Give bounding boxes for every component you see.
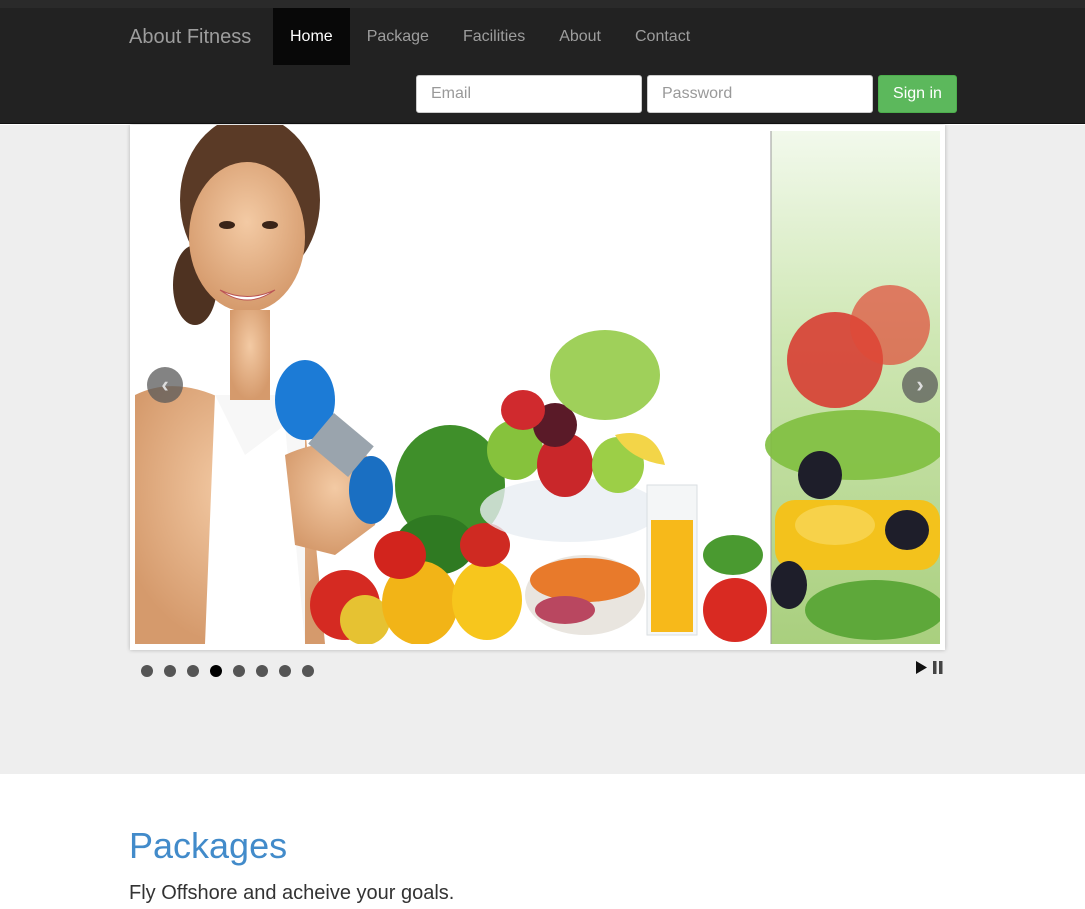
nav-item-about[interactable]: About [542,8,618,65]
carousel-dot[interactable] [302,665,314,677]
hero-section: ‹ › [0,125,1085,774]
carousel-next-button[interactable]: › [902,367,938,403]
packages-title: Packages [129,825,288,866]
packages-section: Packages Fly Offshore and acheive your g… [129,828,454,905]
signin-button[interactable]: Sign in [878,75,957,113]
carousel-dot[interactable] [233,665,245,677]
carousel-controls [915,661,943,674]
image-slider: ‹ › [130,125,945,650]
play-icon[interactable] [915,661,927,674]
chevron-right-icon: › [916,372,924,397]
nav-item-contact[interactable]: Contact [618,8,707,65]
carousel-pagination [141,665,314,677]
packages-subtitle: Fly Offshore and acheive your goals. [129,882,455,904]
email-field[interactable] [416,75,642,113]
nav-item-facilities[interactable]: Facilities [446,8,542,65]
pause-icon[interactable] [933,661,943,674]
carousel-dot-active[interactable] [210,665,222,677]
carousel-dot[interactable] [187,665,199,677]
carousel-dot[interactable] [279,665,291,677]
carousel-dot[interactable] [256,665,268,677]
carousel-prev-button[interactable]: ‹ [147,367,183,403]
top-strip [0,0,1085,8]
carousel-dot[interactable] [164,665,176,677]
brand-link[interactable]: About Fitness [129,26,251,49]
navbar: About Fitness Home Package Facilities Ab… [0,8,1085,124]
password-field[interactable] [647,75,873,113]
carousel-dot[interactable] [141,665,153,677]
nav-item-home[interactable]: Home [273,8,350,65]
nav-item-package[interactable]: Package [350,8,446,65]
chevron-left-icon: ‹ [161,372,169,397]
slide-image [135,125,940,644]
signin-form: Sign in [416,75,957,113]
nav-menu: Home Package Facilities About Contact [273,8,707,65]
